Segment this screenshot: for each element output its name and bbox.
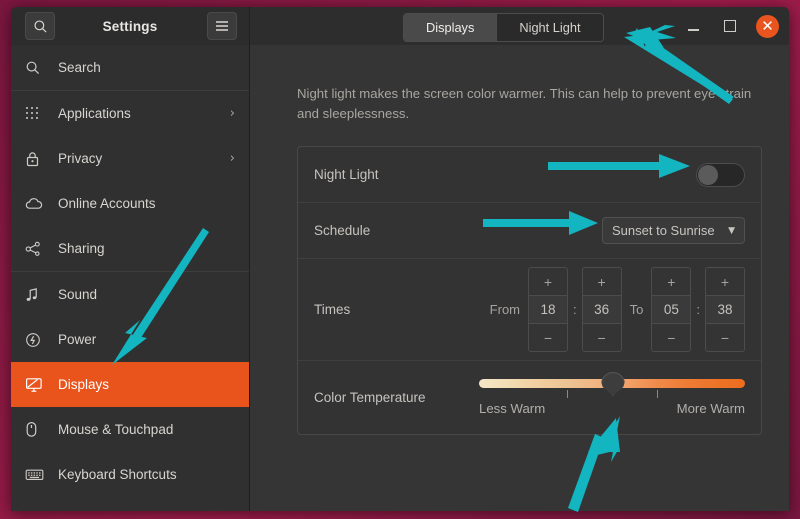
view-tab-switcher: Displays Night Light bbox=[403, 13, 604, 42]
search-icon[interactable] bbox=[25, 12, 55, 40]
from-time-colon: : bbox=[568, 302, 582, 317]
to-minute-increment-button[interactable]: + bbox=[706, 268, 744, 295]
desktop-background: Settings Displays Night Light ✕ bbox=[0, 0, 800, 519]
settings-sidebar[interactable]: Search Applications › bbox=[11, 45, 250, 511]
color-temperature-slider-area: Less Warm More Warm bbox=[479, 379, 745, 416]
from-minute-value[interactable]: 36 bbox=[583, 295, 621, 324]
to-hour-decrement-button[interactable]: − bbox=[652, 324, 690, 351]
to-hour-stepper[interactable]: + 05 − bbox=[651, 267, 691, 352]
from-hour-increment-button[interactable]: + bbox=[529, 268, 567, 295]
sidebar-item-label: Search bbox=[58, 60, 101, 75]
tab-displays[interactable]: Displays bbox=[404, 14, 497, 41]
sidebar-item-applications[interactable]: Applications › bbox=[11, 91, 249, 136]
tab-night-light[interactable]: Night Light bbox=[497, 14, 602, 41]
sidebar-item-label: Mouse & Touchpad bbox=[58, 422, 173, 437]
music-note-icon bbox=[25, 284, 51, 306]
sidebar-item-mouse-touchpad[interactable]: Mouse & Touchpad bbox=[11, 407, 249, 452]
from-hour-value[interactable]: 18 bbox=[529, 295, 567, 324]
to-hour-value[interactable]: 05 bbox=[652, 295, 690, 324]
maximize-button[interactable] bbox=[719, 15, 741, 37]
color-temperature-row: Color Temperature Less Warm More Warm bbox=[298, 360, 761, 434]
sidebar-item-label: Power bbox=[58, 332, 96, 347]
sidebar-item-power[interactable]: Power bbox=[11, 317, 249, 362]
cloud-icon bbox=[25, 193, 51, 215]
chevron-right-icon: › bbox=[230, 106, 235, 121]
sidebar-item-printers[interactable]: Printers bbox=[11, 497, 249, 511]
share-nodes-icon bbox=[25, 238, 51, 260]
header-sidebar-section: Settings bbox=[11, 7, 250, 45]
slider-tick-marks bbox=[479, 390, 745, 399]
grid-apps-icon bbox=[25, 103, 51, 125]
window-controls: ✕ bbox=[682, 7, 779, 45]
lock-icon bbox=[25, 148, 51, 170]
slider-end-labels: Less Warm More Warm bbox=[479, 401, 745, 416]
header-content-section: Displays Night Light ✕ bbox=[250, 7, 789, 45]
to-time-colon: : bbox=[691, 302, 705, 317]
schedule-dropdown[interactable]: Sunset to Sunrise ▼ bbox=[602, 217, 745, 244]
sidebar-item-online-accounts[interactable]: Online Accounts bbox=[11, 181, 249, 226]
from-hour-decrement-button[interactable]: − bbox=[529, 324, 567, 351]
night-light-label: Night Light bbox=[314, 167, 379, 182]
to-hour-increment-button[interactable]: + bbox=[652, 268, 690, 295]
color-temperature-slider[interactable] bbox=[479, 379, 745, 388]
sidebar-item-displays[interactable]: Displays bbox=[11, 362, 249, 407]
sidebar-item-label: Keyboard Shortcuts bbox=[58, 467, 177, 482]
schedule-row: Schedule Sunset to Sunrise ▼ bbox=[298, 202, 761, 258]
night-light-settings-card: Night Light Schedule Sunset to Sunrise ▼ bbox=[297, 146, 762, 435]
more-warm-label: More Warm bbox=[677, 401, 745, 416]
keyboard-icon bbox=[25, 464, 51, 486]
schedule-label: Schedule bbox=[314, 223, 370, 238]
less-warm-label: Less Warm bbox=[479, 401, 545, 416]
color-temperature-label: Color Temperature bbox=[314, 390, 426, 405]
chevron-down-icon: ▼ bbox=[728, 226, 735, 236]
times-label: Times bbox=[314, 302, 350, 317]
settings-window: Settings Displays Night Light ✕ bbox=[11, 7, 789, 511]
sidebar-item-label: Online Accounts bbox=[58, 196, 156, 211]
sidebar-item-sound[interactable]: Sound bbox=[11, 272, 249, 317]
mouse-icon bbox=[25, 419, 51, 441]
night-light-toggle[interactable] bbox=[696, 163, 745, 187]
power-bolt-icon bbox=[25, 329, 51, 351]
times-controls: From + 18 − : + 36 − To bbox=[482, 267, 745, 352]
toggle-knob bbox=[698, 165, 718, 185]
sidebar-item-sharing[interactable]: Sharing bbox=[11, 226, 249, 271]
schedule-selected-value: Sunset to Sunrise bbox=[612, 223, 715, 238]
sidebar-item-label: Applications bbox=[58, 106, 131, 121]
to-minute-decrement-button[interactable]: − bbox=[706, 324, 744, 351]
sidebar-item-label: Privacy bbox=[58, 151, 102, 166]
window-header-bar: Settings Displays Night Light ✕ bbox=[11, 7, 789, 45]
from-minute-stepper[interactable]: + 36 − bbox=[582, 267, 622, 352]
to-minute-value[interactable]: 38 bbox=[706, 295, 744, 324]
minimize-button[interactable] bbox=[682, 15, 704, 37]
display-monitor-icon bbox=[25, 374, 51, 396]
to-label: To bbox=[622, 302, 652, 317]
night-light-description: Night light makes the screen color warme… bbox=[297, 84, 752, 124]
night-light-row: Night Light bbox=[298, 147, 761, 202]
slider-tick bbox=[567, 390, 568, 398]
from-minute-increment-button[interactable]: + bbox=[583, 268, 621, 295]
sidebar-item-keyboard-shortcuts[interactable]: Keyboard Shortcuts bbox=[11, 452, 249, 497]
search-icon bbox=[25, 57, 51, 79]
printer-icon bbox=[25, 509, 51, 512]
to-minute-stepper[interactable]: + 38 − bbox=[705, 267, 745, 352]
sidebar-item-search[interactable]: Search bbox=[11, 45, 249, 90]
from-minute-decrement-button[interactable]: − bbox=[583, 324, 621, 351]
night-light-panel: Night light makes the screen color warme… bbox=[251, 45, 789, 511]
from-label: From bbox=[482, 302, 528, 317]
slider-tick bbox=[657, 390, 658, 398]
sidebar-item-label: Displays bbox=[58, 377, 109, 392]
sidebar-item-label: Sound bbox=[58, 287, 97, 302]
hamburger-menu-icon[interactable] bbox=[207, 12, 237, 40]
close-button[interactable]: ✕ bbox=[756, 15, 779, 38]
from-hour-stepper[interactable]: + 18 − bbox=[528, 267, 568, 352]
sidebar-item-label: Sharing bbox=[58, 241, 105, 256]
times-row: Times From + 18 − : + 36 − bbox=[298, 258, 761, 360]
sidebar-item-privacy[interactable]: Privacy › bbox=[11, 136, 249, 181]
chevron-right-icon: › bbox=[230, 151, 235, 166]
